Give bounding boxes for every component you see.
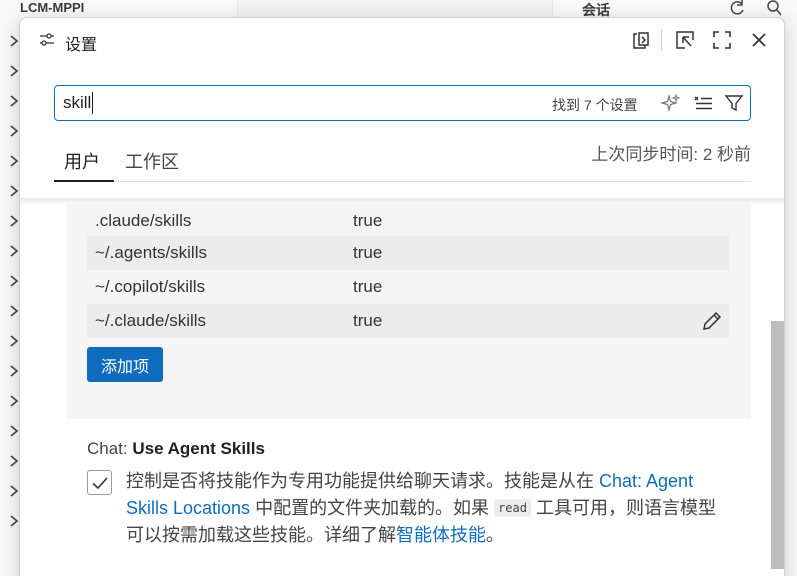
inline-code: read <box>494 499 531 517</box>
skills-locations-panel: .claude/skills true ~/.agents/skills tru… <box>67 204 751 419</box>
sparkle-icon[interactable] <box>661 93 681 113</box>
dock-icon <box>676 31 694 49</box>
setting-description: 控制是否将技能作为专用功能提供给聊天请求。技能是从在 Chat: Agent S… <box>126 468 726 549</box>
description-text: 中配置的文件夹加载的。如果 <box>250 498 495 518</box>
tab-user[interactable]: 用户 <box>64 148 100 174</box>
checkmark-icon <box>91 476 108 489</box>
dialog-title: 设置 <box>65 37 98 54</box>
add-item-button[interactable]: 添加项 <box>87 347 163 382</box>
list-item[interactable]: ~/.agents/skills true <box>87 236 729 270</box>
use-agent-skills-checkbox[interactable] <box>87 470 112 495</box>
search-icon[interactable] <box>765 0 783 18</box>
close-icon <box>752 33 766 47</box>
explorer-title: LCM-MPPI <box>20 0 85 15</box>
list-item-value: true <box>353 211 383 230</box>
list-item-value: true <box>353 277 383 296</box>
open-json-icon <box>633 32 649 49</box>
agent-skills-link[interactable]: 智能体技能 <box>396 525 486 545</box>
list-item[interactable]: .claude/skills true <box>87 204 729 238</box>
list-item-key: .claude/skills <box>95 211 192 230</box>
description-text: 控制是否将技能作为专用功能提供给聊天请求。技能是从在 <box>126 471 599 491</box>
search-value[interactable]: skill <box>63 92 94 114</box>
list-item-value: true <box>353 311 383 330</box>
list-item[interactable]: ~/.copilot/skills true <box>87 270 729 304</box>
settings-icon <box>40 33 54 46</box>
open-json-button[interactable] <box>629 28 653 52</box>
settings-scope-tabs: 用户 工作区 上次同步时间: 2 秒前 <box>54 140 751 182</box>
settings-dialog: 设置 skill 找到 7 个设置 用户 工作区 上次同步时间: 2 秒前 .c… <box>19 17 785 576</box>
maximize-button[interactable] <box>710 28 734 52</box>
list-item-key: ~/.copilot/skills <box>95 277 206 296</box>
active-tab-indicator <box>54 180 114 182</box>
list-item[interactable]: ~/.claude/skills true <box>87 304 729 338</box>
filter-icon[interactable] <box>724 93 744 113</box>
list-item-value: true <box>353 243 383 262</box>
dock-button[interactable] <box>673 28 697 52</box>
description-text: 。 <box>486 525 504 545</box>
toolbar-separator <box>661 29 662 51</box>
refresh-icon[interactable] <box>728 0 746 18</box>
settings-search-input[interactable]: skill 找到 7 个设置 <box>54 85 751 121</box>
setting-category: Chat: <box>87 439 133 458</box>
dialog-titlebar: 设置 <box>20 18 784 64</box>
tab-workspace[interactable]: 工作区 <box>125 148 179 174</box>
clear-filter-icon[interactable] <box>693 93 713 113</box>
list-item-key: ~/.agents/skills <box>95 243 207 262</box>
edit-icon[interactable] <box>701 310 723 332</box>
vertical-scrollbar[interactable] <box>771 321 784 569</box>
setting-name: Use Agent Skills <box>132 439 265 458</box>
maximize-icon <box>713 31 731 49</box>
sync-status: 上次同步时间: 2 秒前 <box>591 145 751 164</box>
setting-title: Chat: Use Agent Skills <box>87 439 265 459</box>
close-button[interactable] <box>747 28 771 52</box>
list-item-key: ~/.claude/skills <box>95 311 207 330</box>
search-result-count: 找到 7 个设置 <box>552 97 638 113</box>
